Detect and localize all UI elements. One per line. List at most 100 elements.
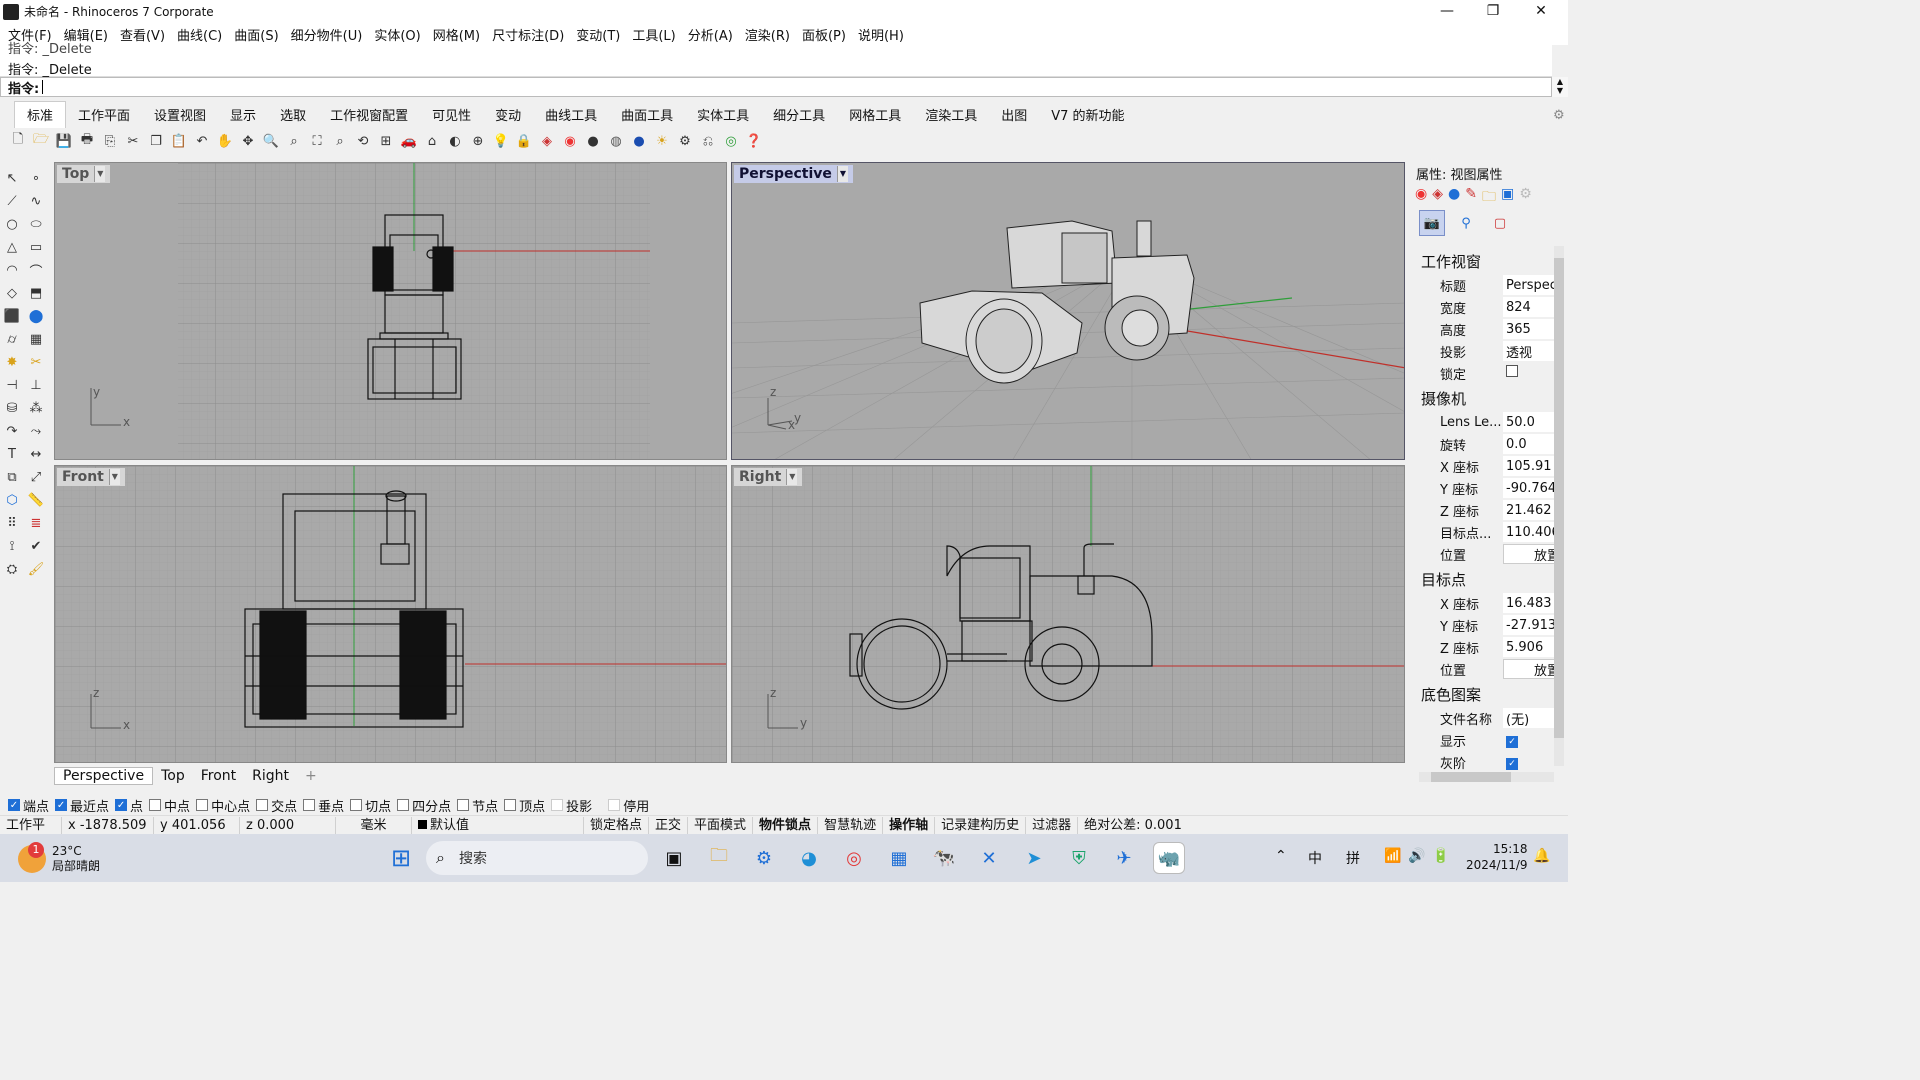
restore-button[interactable]: ❐	[1470, 0, 1516, 23]
tab-viewport-layout[interactable]: 工作视窗配置	[318, 102, 420, 128]
panel-hscrollbar[interactable]	[1419, 772, 1554, 782]
circle-icon[interactable]: ○	[2, 214, 22, 234]
checkbox-icon[interactable]	[608, 799, 621, 811]
cow-app-icon[interactable]: 🐄	[928, 842, 960, 874]
osnap-center[interactable]: 中心点	[196, 796, 250, 815]
battery-icon[interactable]: 🔋	[1432, 848, 1449, 864]
select-arrow-icon[interactable]: ↖	[2, 168, 22, 188]
checkbox-icon[interactable]	[149, 799, 162, 811]
netease-music-icon[interactable]: ◎	[838, 842, 870, 874]
snapshot-icon[interactable]: ⎌	[698, 131, 718, 151]
rectangle-icon[interactable]: ▭	[26, 237, 46, 257]
osnap-near[interactable]: ✓ 最近点	[55, 796, 109, 815]
tab-transform[interactable]: 变动	[483, 102, 533, 128]
status-history[interactable]: 记录建构历史	[935, 816, 1027, 834]
osnap-disable[interactable]: 停用	[608, 796, 649, 815]
point-icon[interactable]: ∘	[26, 168, 46, 188]
menu-surface[interactable]: 曲面(S)	[228, 25, 284, 44]
checkbox-icon[interactable]	[303, 799, 316, 811]
history-icon[interactable]: ≣	[26, 513, 46, 533]
osnap-mid[interactable]: 中点	[149, 796, 190, 815]
undo-icon[interactable]: ↶	[192, 131, 212, 151]
points-on-icon[interactable]: ⁂	[26, 398, 46, 418]
solid-tools-icon[interactable]: ⬡	[2, 490, 22, 510]
osnap-knot[interactable]: 节点	[457, 796, 498, 815]
task-view-icon[interactable]: ▣	[658, 842, 690, 874]
status-planar[interactable]: 平面模式	[688, 816, 754, 834]
move-icon[interactable]: ✥	[238, 131, 258, 151]
zoom-icon[interactable]: 🔍	[261, 131, 281, 151]
check-icon[interactable]: ✔	[26, 536, 46, 556]
shield-app-icon[interactable]: ⛨	[1063, 842, 1095, 874]
store-icon[interactable]: ▦	[883, 842, 915, 874]
checkbox-icon[interactable]	[504, 799, 517, 811]
material-icon[interactable]: ◍	[606, 131, 626, 151]
osnap-intersection[interactable]: 交点	[256, 796, 297, 815]
tab-curve-tools[interactable]: 曲线工具	[533, 102, 609, 128]
text-icon[interactable]: T	[2, 444, 22, 464]
wifi-icon[interactable]: 📶	[1384, 848, 1401, 864]
menu-transform[interactable]: 变动(T)	[570, 25, 626, 44]
pan-icon[interactable]: ✋	[215, 131, 235, 151]
zoom-extents-icon[interactable]: ⛶	[307, 131, 327, 151]
checkbox-icon[interactable]	[196, 799, 209, 811]
light-bulb-icon[interactable]: ⚲	[1453, 210, 1479, 236]
menu-mesh[interactable]: 网格(M)	[427, 25, 486, 44]
checkbox-checked-icon[interactable]: ✓	[8, 799, 20, 811]
lock-checkbox[interactable]	[1506, 365, 1518, 377]
tray-chevron-up-icon[interactable]: ⌃	[1275, 848, 1287, 864]
rhino-taskbar-icon[interactable]: 🦏	[1153, 842, 1185, 874]
add-viewport-tab-icon[interactable]: +	[297, 768, 325, 784]
menu-panels[interactable]: 面板(P)	[796, 25, 852, 44]
camera-icon[interactable]: 📷	[1419, 210, 1445, 236]
status-grid-snap[interactable]: 锁定格点	[584, 816, 650, 834]
menu-render[interactable]: 渲染(R)	[739, 25, 796, 44]
help-icon[interactable]: ❓	[744, 131, 764, 151]
render-sphere-icon[interactable]: ●	[583, 131, 603, 151]
panel-scrollbar-thumb[interactable]	[1554, 258, 1564, 738]
array-icon[interactable]: ⠿	[2, 513, 22, 533]
tab-drafting[interactable]: 出图	[989, 102, 1039, 128]
render-icon[interactable]: ●	[629, 131, 649, 151]
clock[interactable]: 15:18 2024/11/9	[1466, 841, 1528, 873]
tab-surface-tools[interactable]: 曲面工具	[609, 102, 685, 128]
panel-hscrollbar-thumb[interactable]	[1431, 772, 1511, 782]
file-explorer-icon[interactable]: 🗀	[703, 842, 735, 874]
fillet-icon[interactable]: ⌒	[26, 260, 46, 280]
open-icon[interactable]: 🗁	[31, 131, 51, 151]
osnap-tan[interactable]: 切点	[350, 796, 391, 815]
tab-solid-tools[interactable]: 实体工具	[685, 102, 761, 128]
new-icon[interactable]: 🗋	[8, 131, 28, 151]
join-icon[interactable]: ⊥	[26, 375, 46, 395]
tab-display[interactable]: 显示	[218, 102, 268, 128]
osnap-perp[interactable]: 垂点	[303, 796, 344, 815]
viewport-top[interactable]: y x Top ▼	[54, 162, 727, 460]
print-icon[interactable]: 🖶	[77, 131, 97, 151]
viewport-title-right[interactable]: Right ▼	[734, 468, 803, 486]
minimize-button[interactable]: —	[1424, 0, 1470, 23]
taskbar-search[interactable]: ⌕ 搜索	[426, 841, 648, 875]
sun-icon[interactable]: ☀	[652, 131, 672, 151]
tab-standard[interactable]: 标准	[14, 101, 67, 128]
dimension-icon[interactable]: ↔	[26, 444, 46, 464]
status-osnap[interactable]: 物件锁点	[753, 816, 819, 834]
chevron-down-icon[interactable]: ▼	[108, 469, 120, 485]
status-gumball[interactable]: 操作轴	[883, 816, 936, 834]
image-icon[interactable]: ▣	[1501, 186, 1514, 210]
osnap-vertex[interactable]: 顶点	[504, 796, 545, 815]
trim-icon[interactable]: ✂	[26, 352, 46, 372]
paste-icon[interactable]: 📋	[169, 131, 189, 151]
edge-browser-icon[interactable]: ◕	[793, 842, 825, 874]
command-line[interactable]: 指令:	[0, 77, 1552, 97]
walkabout-icon[interactable]: ⌂	[422, 131, 442, 151]
ime-pinyin[interactable]: 拼	[1346, 848, 1360, 868]
menu-subd[interactable]: 细分物件(U)	[285, 25, 369, 44]
menu-analyze[interactable]: 分析(A)	[682, 25, 739, 44]
menu-curve[interactable]: 曲线(C)	[171, 25, 228, 44]
render-tools-icon[interactable]: ⛭	[2, 559, 22, 579]
light-icon[interactable]: 💡	[491, 131, 511, 151]
telegram-icon[interactable]: ➤	[1018, 842, 1050, 874]
color-wheel-icon[interactable]: ◉	[1415, 186, 1427, 210]
ellipse-icon[interactable]: ⬭	[26, 214, 46, 234]
scale-icon[interactable]: ⤢	[26, 467, 46, 487]
